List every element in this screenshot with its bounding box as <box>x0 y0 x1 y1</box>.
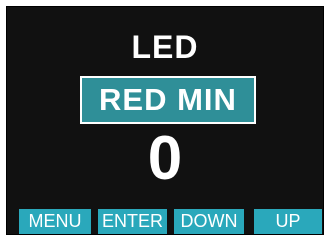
enter-button[interactable]: ENTER <box>98 209 167 234</box>
selected-parameter: RED MIN <box>80 76 256 124</box>
display-screen: LED RED MIN 0 MENU ENTER DOWN UP <box>6 6 324 235</box>
menu-button[interactable]: MENU <box>19 209 91 234</box>
down-button[interactable]: DOWN <box>174 209 244 234</box>
parameter-value: 0 <box>147 124 183 193</box>
up-button[interactable]: UP <box>254 209 322 234</box>
screen-title: LED <box>131 29 199 65</box>
